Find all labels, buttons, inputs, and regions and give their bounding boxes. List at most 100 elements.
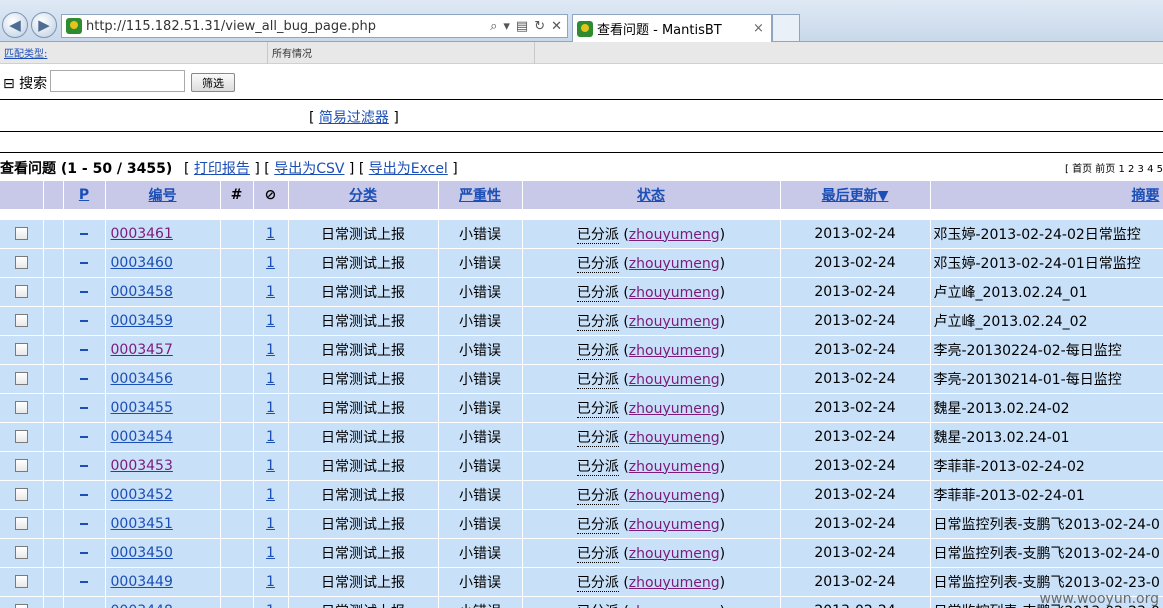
export-csv-link[interactable]: 导出为CSV <box>274 161 344 177</box>
bug-id-link[interactable]: 0003454 <box>111 429 173 445</box>
header-category[interactable]: 分类 <box>288 181 439 209</box>
compat-icon[interactable]: ▤ <box>516 19 528 34</box>
header-updated[interactable]: 最后更新▼ <box>780 181 931 209</box>
refresh-icon[interactable]: ↻ <box>534 19 545 34</box>
header-severity[interactable]: 严重性 <box>438 181 523 209</box>
row-checkbox[interactable] <box>14 430 28 443</box>
dropdown-icon[interactable]: ▾ <box>503 19 510 34</box>
tab-close-icon[interactable]: × <box>753 21 771 36</box>
row-summary: 魏星-2013.02.24-02 <box>930 393 1163 423</box>
row-category: 日常测试上报 <box>288 538 439 568</box>
assignee-link[interactable]: zhouyumeng <box>629 285 720 301</box>
bug-id-link[interactable]: 0003456 <box>111 371 173 387</box>
export-excel-link[interactable]: 导出为Excel <box>369 161 448 177</box>
assignee-link[interactable]: zhouyumeng <box>629 459 720 475</box>
bug-id-link[interactable]: 0003457 <box>111 342 173 358</box>
attachment-count-link[interactable]: 1 <box>266 226 275 242</box>
attachment-count-link[interactable]: 1 <box>266 400 275 416</box>
attachment-count-link[interactable]: 1 <box>266 284 275 300</box>
assignee-link[interactable]: zhouyumeng <box>629 314 720 330</box>
bug-id-link[interactable]: 0003453 <box>111 458 173 474</box>
bug-id-link[interactable]: 0003448 <box>111 603 173 608</box>
attachment-count-link[interactable]: 1 <box>266 371 275 387</box>
header-select <box>0 181 44 209</box>
row-checkbox[interactable] <box>14 401 28 414</box>
bug-id-link[interactable]: 0003452 <box>111 487 173 503</box>
assignee-link[interactable]: zhouyumeng <box>629 372 720 388</box>
assignee-link[interactable]: zhouyumeng <box>629 256 720 272</box>
assignee-link[interactable]: zhouyumeng <box>629 401 720 417</box>
row-checkbox[interactable] <box>14 488 28 501</box>
print-report-link[interactable]: 打印报告 <box>194 161 250 177</box>
attachment-count-link[interactable]: 1 <box>266 429 275 445</box>
attachment-count-link[interactable]: 1 <box>266 603 275 608</box>
new-tab-button[interactable] <box>772 14 800 41</box>
attachment-count-link[interactable]: 1 <box>266 342 275 358</box>
bug-id-link[interactable]: 0003455 <box>111 400 173 416</box>
bug-id-link[interactable]: 0003460 <box>111 255 173 271</box>
assignee-link[interactable]: zhouyumeng <box>629 546 720 562</box>
assignee-link[interactable]: zhouyumeng <box>629 227 720 243</box>
row-attachments: 1 <box>253 596 289 608</box>
status-text: 已分派 <box>576 516 619 534</box>
row-attachments: 1 <box>253 306 289 336</box>
row-blank <box>43 219 64 249</box>
assignee-link[interactable]: zhouyumeng <box>629 517 720 533</box>
search-icon[interactable]: ⌕ <box>490 19 497 34</box>
row-checkbox[interactable] <box>14 546 28 559</box>
filter-button[interactable]: 筛选 <box>191 73 235 92</box>
row-checkbox[interactable] <box>14 285 28 298</box>
attachment-count-link[interactable]: 1 <box>266 313 275 329</box>
row-notes <box>220 306 254 336</box>
assignee-link[interactable]: zhouyumeng <box>629 488 720 504</box>
row-checkbox[interactable] <box>14 517 28 530</box>
bug-id-link[interactable]: 0003458 <box>111 284 173 300</box>
mantis-tab-icon <box>577 20 593 37</box>
search-input[interactable] <box>50 70 185 92</box>
row-checkbox[interactable] <box>14 372 28 385</box>
priority-dash-icon <box>80 377 88 380</box>
header-id[interactable]: 编号 <box>105 181 221 209</box>
bug-id-link[interactable]: 0003451 <box>111 516 173 532</box>
pagination[interactable]: [ 首页 前页 1 2 3 4 5 <box>1065 160 1163 175</box>
assignee-link[interactable]: zhouyumeng <box>629 604 720 608</box>
row-priority <box>63 451 106 481</box>
match-type-link[interactable]: 匹配类型: <box>4 45 47 60</box>
address-url[interactable]: http://115.182.51.31/view_all_bug_page.p… <box>86 19 490 34</box>
header-summary[interactable]: 摘要 <box>930 181 1163 209</box>
search-label[interactable]: ⊟ 搜索 <box>3 73 47 93</box>
assignee-link[interactable]: zhouyumeng <box>629 575 720 591</box>
bug-id-link[interactable]: 0003449 <box>111 574 173 590</box>
row-status: 已分派 (zhouyumeng) <box>522 277 781 307</box>
row-checkbox[interactable] <box>14 604 28 608</box>
row-checkbox[interactable] <box>14 314 28 327</box>
attachment-count-link[interactable]: 1 <box>266 545 275 561</box>
assignee-link[interactable]: zhouyumeng <box>629 343 720 359</box>
row-status: 已分派 (zhouyumeng) <box>522 538 781 568</box>
row-notes <box>220 364 254 394</box>
attachment-count-link[interactable]: 1 <box>266 516 275 532</box>
browser-tab[interactable]: 查看问题 - MantisBT × <box>572 14 772 42</box>
attachment-count-link[interactable]: 1 <box>266 458 275 474</box>
forward-button[interactable]: ▶ <box>31 12 57 38</box>
row-checkbox[interactable] <box>14 575 28 588</box>
stop-icon[interactable]: ✕ <box>551 19 562 34</box>
back-button[interactable]: ◀ <box>2 12 28 38</box>
assignee-link[interactable]: zhouyumeng <box>629 430 720 446</box>
header-status[interactable]: 状态 <box>522 181 781 209</box>
row-checkbox[interactable] <box>14 459 28 472</box>
row-checkbox[interactable] <box>14 256 28 269</box>
attachment-count-link[interactable]: 1 <box>266 574 275 590</box>
bug-id-link[interactable]: 0003459 <box>111 313 173 329</box>
address-bar[interactable]: http://115.182.51.31/view_all_bug_page.p… <box>61 14 568 38</box>
simple-filter-link[interactable]: 简易过滤器 <box>319 110 389 126</box>
attachment-count-link[interactable]: 1 <box>266 487 275 503</box>
row-checkbox[interactable] <box>14 343 28 356</box>
row-checkbox[interactable] <box>14 227 28 240</box>
bug-id-link[interactable]: 0003450 <box>111 545 173 561</box>
header-priority[interactable]: P <box>63 181 106 209</box>
row-select <box>0 422 44 452</box>
bug-id-link[interactable]: 0003461 <box>111 226 173 242</box>
attachment-count-link[interactable]: 1 <box>266 255 275 271</box>
row-status: 已分派 (zhouyumeng) <box>522 480 781 510</box>
